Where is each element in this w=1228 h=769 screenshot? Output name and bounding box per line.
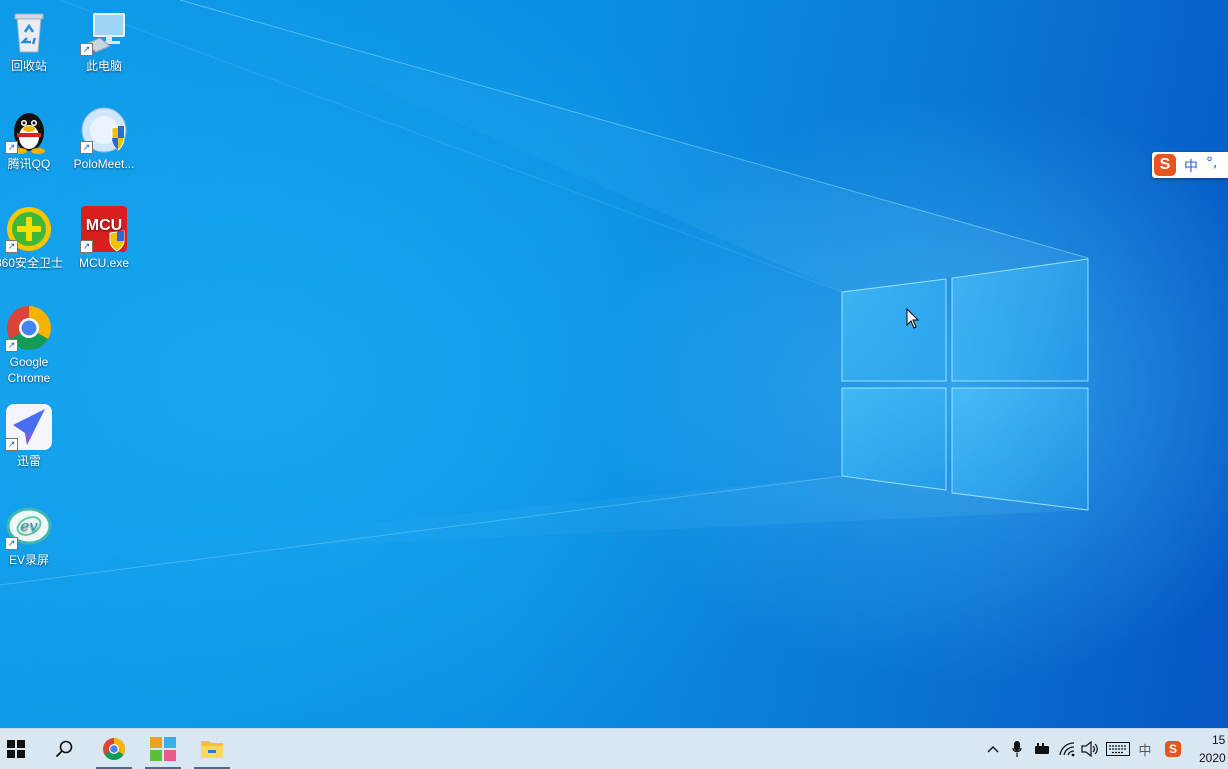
clock-date: 2020 — [1199, 751, 1226, 765]
desktop-icon-label: 360安全卫士 — [0, 256, 64, 270]
mcu-icon: MCU ↗ — [80, 205, 128, 253]
network-tray-button[interactable] — [1057, 739, 1077, 759]
desktop-icon-label: EV录屏 — [8, 553, 49, 567]
desktop-icon-qq[interactable]: ↗ 腾讯QQ — [0, 106, 66, 172]
file-explorer-icon — [201, 741, 223, 758]
taskbar-file-explorer-button[interactable] — [192, 729, 232, 769]
desktop-icon-this-pc[interactable]: ↗ 此电脑 — [67, 8, 141, 74]
desktop-icon-ev-recorder[interactable]: ev ↗ EV录屏 — [0, 502, 66, 568]
sogou-logo-icon: S — [1165, 741, 1181, 757]
windows-logo-light — [0, 0, 1090, 586]
shortcut-arrow-icon: ↗ — [80, 43, 93, 56]
desktop-icon-label: 回收站 — [10, 59, 47, 73]
touch-keyboard-button[interactable] — [1105, 739, 1131, 759]
clock-time: 15 — [1212, 733, 1226, 747]
desktop-icon-xunlei[interactable]: ↗ 迅雷 — [0, 403, 66, 469]
mcu-badge-text: MCU — [86, 217, 122, 234]
ime-mode-toggle[interactable]: 中 — [1184, 156, 1198, 176]
volume-tray-button[interactable] — [1080, 739, 1100, 759]
desktop-icon-label: 此电脑 — [85, 59, 122, 73]
desktop-wallpaper — [0, 0, 1228, 728]
shortcut-arrow-icon: ↗ — [5, 339, 18, 352]
sogou-tray-button[interactable]: S — [1163, 739, 1183, 759]
shortcut-arrow-icon: ↗ — [5, 537, 18, 550]
mouse-pointer-icon — [906, 308, 920, 329]
desktop-icon-chrome[interactable]: ↗ Google Chrome — [0, 304, 66, 386]
qq-penguin-icon: ↗ — [5, 106, 53, 154]
desktop-icon-label: 迅雷 — [16, 454, 41, 468]
taskbar-chrome-button[interactable] — [94, 729, 134, 769]
desktop-icon-polomeet[interactable]: ↗ PoloMeet... — [67, 106, 141, 172]
shortcut-arrow-icon: ↗ — [5, 141, 18, 154]
chrome-icon: ↗ — [5, 304, 53, 352]
wifi-icon — [1059, 742, 1075, 757]
search-icon — [55, 740, 73, 758]
polomeet-icon: ↗ — [80, 106, 128, 154]
shortcut-arrow-icon: ↗ — [80, 240, 93, 253]
show-hidden-icons-button[interactable] — [984, 739, 1002, 759]
shortcut-arrow-icon: ↗ — [5, 240, 18, 253]
taskbar-app-grid-button[interactable] — [143, 729, 183, 769]
desktop-icon-label: Google Chrome — [7, 355, 51, 385]
ime-mode-tray[interactable]: 中 — [1136, 739, 1154, 759]
battery-plug-icon — [1035, 743, 1049, 754]
microphone-icon — [1012, 741, 1022, 757]
sogou-logo-icon[interactable]: S — [1154, 154, 1176, 176]
speaker-icon — [1081, 741, 1098, 757]
taskbar: 中 S 15 2020 — [0, 728, 1228, 769]
desktop-icon-label: 腾讯QQ — [7, 157, 51, 171]
desktop-icon-recycle-bin[interactable]: 回收站 — [0, 8, 66, 74]
desktop-icon-mcu[interactable]: MCU ↗ MCU.exe — [67, 205, 141, 271]
ev-recorder-icon: ev ↗ — [5, 502, 53, 550]
chrome-icon — [103, 738, 125, 760]
microphone-tray-button[interactable] — [1009, 739, 1025, 759]
this-pc-icon: ↗ — [80, 8, 128, 56]
start-button[interactable] — [0, 729, 36, 769]
desktop-icon-label: MCU.exe — [78, 256, 129, 270]
desktop-icon-label: PoloMeet... — [73, 157, 135, 171]
shortcut-arrow-icon: ↗ — [80, 141, 93, 154]
ime-punctuation-toggle[interactable]: °, — [1206, 155, 1217, 171]
desktop-icon-360-security[interactable]: ↗ 360安全卫士 — [0, 205, 66, 271]
start-icon — [7, 740, 25, 758]
app-grid-icon — [150, 737, 176, 761]
keyboard-icon — [1106, 742, 1130, 756]
360-security-icon: ↗ — [5, 205, 53, 253]
system-clock[interactable]: 15 2020 — [1196, 731, 1228, 767]
recycle-bin-icon — [5, 8, 53, 56]
ev-badge-text: ev — [20, 517, 38, 535]
search-button[interactable] — [44, 729, 84, 769]
xunlei-icon: ↗ — [5, 403, 53, 451]
chevron-up-icon — [987, 746, 999, 753]
ime-toolbar[interactable]: S 中 °, — [1152, 152, 1228, 178]
shortcut-arrow-icon: ↗ — [5, 438, 18, 451]
battery-tray-button[interactable] — [1032, 739, 1052, 759]
